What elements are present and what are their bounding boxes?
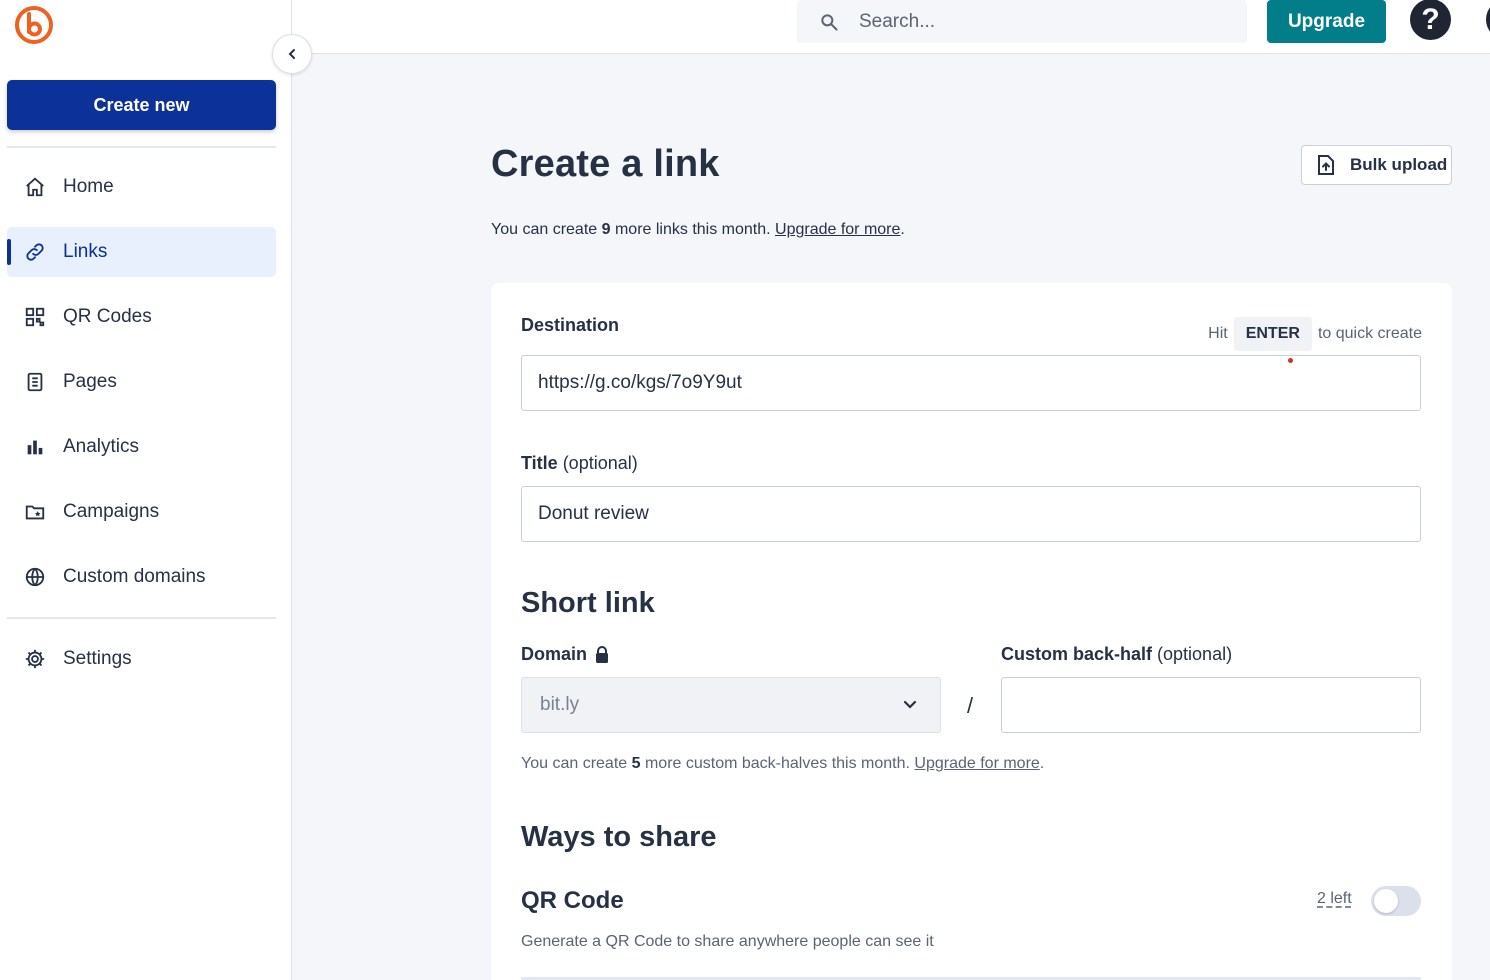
backhalf-input[interactable] — [1001, 677, 1421, 733]
sidebar-item-label: Settings — [63, 648, 132, 669]
hint-suffix: to quick create — [1317, 325, 1422, 342]
chevron-down-icon — [902, 696, 918, 712]
domain-select[interactable]: bit.ly — [521, 677, 941, 733]
destination-value: https://g.co/kgs/7o9Y9ut — [538, 372, 742, 393]
search-placeholder: Search... — [859, 10, 936, 32]
title-value: Donut review — [538, 503, 649, 524]
globe-icon — [23, 565, 47, 589]
sidebar-item-links[interactable]: Links — [7, 227, 276, 277]
quota-suffix: more links this month. — [610, 221, 776, 238]
page-title: Create a link — [491, 143, 720, 185]
home-icon — [23, 175, 47, 199]
destination-input[interactable]: https://g.co/kgs/7o9Y9ut — [521, 355, 1421, 411]
file-upload-icon — [1316, 154, 1336, 176]
chevron-left-icon — [286, 48, 298, 60]
quota-count: 9 — [601, 221, 611, 238]
backhalf-quota-count: 5 — [631, 755, 641, 772]
backhalf-quota-prefix: You can create — [521, 755, 632, 772]
avatar[interactable] — [1486, 0, 1490, 40]
upgrade-for-more-link[interactable]: Upgrade for more — [775, 221, 900, 238]
title-optional: (optional) — [557, 453, 638, 473]
slash-separator: / — [967, 693, 974, 718]
search-input[interactable]: Search... — [797, 0, 1247, 43]
ways-to-share-heading: Ways to share — [521, 821, 717, 853]
sidebar-item-label: Analytics — [63, 436, 140, 457]
destination-label: Destination — [521, 315, 620, 335]
campaign-icon — [23, 500, 47, 524]
cursor-dot — [1288, 358, 1293, 363]
sidebar-item-home[interactable]: Home — [7, 162, 276, 212]
quota-end: . — [900, 221, 905, 238]
qr-code-toggle[interactable] — [1371, 886, 1421, 916]
search-icon — [819, 12, 839, 32]
sidebar-item-qr-codes[interactable]: QR Codes — [7, 292, 276, 342]
qr-remaining-count[interactable]: 2 left — [1317, 890, 1352, 908]
hint-hit: Hit — [1208, 325, 1228, 342]
toggle-knob — [1374, 889, 1398, 913]
create-new-button[interactable]: Create new — [7, 80, 276, 130]
link-icon — [23, 240, 47, 264]
bulk-upload-label: Bulk upload — [1350, 155, 1448, 174]
lock-icon — [595, 646, 609, 663]
bitly-logo[interactable] — [14, 5, 54, 45]
sidebar: Create new Home Links QR Codes Pages Ana… — [0, 0, 292, 980]
sidebar-item-label: Custom domains — [63, 566, 206, 587]
qr-code-description: Generate a QR Code to share anywhere peo… — [521, 933, 934, 950]
sidebar-item-label: Links — [63, 241, 108, 262]
quick-create-hint: Hit ENTER to quick create — [1208, 317, 1422, 351]
quota-prefix: You can create — [491, 221, 602, 238]
sidebar-item-settings[interactable]: Settings — [7, 634, 276, 684]
backhalf-label: Custom back-half (optional) — [1001, 644, 1232, 665]
sidebar-item-analytics[interactable]: Analytics — [7, 422, 276, 472]
backhalf-upgrade-link[interactable]: Upgrade for more — [914, 755, 1039, 772]
title-input[interactable]: Donut review — [521, 486, 1421, 542]
create-link-form: Destination Hit ENTER to quick create ht… — [491, 283, 1452, 980]
backhalf-quota-suffix: more custom back-halves this month. — [640, 755, 915, 772]
title-label-text: Title — [521, 453, 558, 473]
short-link-heading: Short link — [521, 587, 655, 619]
sidebar-divider — [7, 146, 276, 148]
collapse-sidebar-button[interactable] — [272, 34, 312, 74]
backhalf-label-text: Custom back-half — [1001, 644, 1153, 664]
link-quota-text: You can create 9 more links this month. … — [491, 221, 905, 239]
domain-label: Domain — [521, 644, 609, 665]
backhalf-optional: (optional) — [1152, 644, 1233, 664]
bar-chart-icon — [23, 435, 47, 459]
backhalf-quota-end: . — [1039, 755, 1045, 772]
bulk-upload-button[interactable]: Bulk upload — [1301, 145, 1452, 185]
sidebar-item-label: Campaigns — [63, 501, 160, 522]
sidebar-item-pages[interactable]: Pages — [7, 357, 276, 407]
sidebar-item-custom-domains[interactable]: Custom domains — [7, 552, 276, 602]
help-icon[interactable]: ? — [1410, 0, 1451, 40]
qr-code-icon — [23, 305, 47, 329]
sidebar-item-label: Pages — [63, 371, 117, 392]
title-label: Title (optional) — [521, 453, 638, 474]
gear-icon — [23, 647, 47, 671]
sidebar-item-label: Home — [63, 176, 114, 197]
upgrade-button[interactable]: Upgrade — [1267, 0, 1386, 43]
top-bar: Search... Upgrade ? — [292, 0, 1490, 54]
enter-key-badge: ENTER — [1233, 317, 1312, 351]
domain-value: bit.ly — [540, 694, 580, 715]
domain-label-text: Domain — [521, 644, 588, 664]
backhalf-quota-text: You can create 5 more custom back-halves… — [521, 755, 1044, 773]
page-icon — [23, 370, 47, 394]
sidebar-item-campaigns[interactable]: Campaigns — [7, 487, 276, 537]
sidebar-item-label: QR Codes — [63, 306, 152, 327]
sidebar-divider — [7, 617, 276, 619]
qr-code-title: QR Code — [521, 887, 624, 914]
